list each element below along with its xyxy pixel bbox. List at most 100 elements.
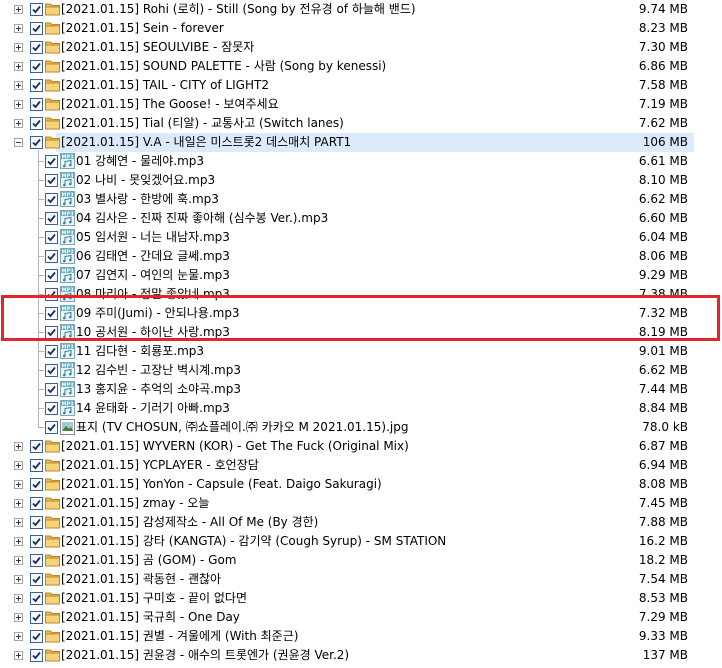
folder-row[interactable]: [2021.01.15] TAIL - CITY of LIGHT2 7.58 M… <box>0 76 722 95</box>
expand-toggle-icon[interactable] <box>14 62 23 71</box>
file-row[interactable]: MP3 06 김태연 - 간데요 글쎄.mp3 8.06 MB <box>0 247 722 266</box>
row-checkbox[interactable] <box>30 136 43 149</box>
row-checkbox[interactable] <box>45 155 58 168</box>
item-name: 12 김수빈 - 고장난 벽시계.mp3 <box>76 363 241 377</box>
row-checkbox[interactable] <box>30 440 43 453</box>
expand-toggle-icon[interactable] <box>14 100 23 109</box>
row-checkbox[interactable] <box>30 497 43 510</box>
folder-row[interactable]: [2021.01.15] 국규희 - One Day 7.29 MB <box>0 608 722 627</box>
row-checkbox[interactable] <box>45 212 58 225</box>
expand-toggle-icon[interactable] <box>14 632 23 641</box>
mp3-file-icon: MP3 <box>60 267 75 283</box>
file-row[interactable]: MP3 05 임서원 - 너는 내남자.mp3 6.04 MB <box>0 228 722 247</box>
row-checkbox[interactable] <box>45 402 58 415</box>
row-checkbox[interactable] <box>30 79 43 92</box>
file-row[interactable]: MP3 04 김사은 - 진짜 진짜 좋아해 (심수봉 Ver.).mp3 6.60… <box>0 209 722 228</box>
expand-toggle-icon[interactable] <box>14 575 23 584</box>
folder-row[interactable]: [2021.01.15] 권윤경 - 애수의 트롯엔가 (권윤경 Ver.2) 1… <box>0 646 722 665</box>
expand-toggle-icon[interactable] <box>14 81 23 90</box>
folder-row[interactable]: [2021.01.15] V.A - 내일은 미스트롯2 데스매치 PART1 1… <box>0 133 722 152</box>
row-checkbox[interactable] <box>45 174 58 187</box>
expand-toggle-icon[interactable] <box>14 24 23 33</box>
folder-row[interactable]: [2021.01.15] 강타 (KANGTA) - 감기약 (Cough Sy… <box>0 532 722 551</box>
item-name: [2021.01.15] YCPLAYER - 호언장담 <box>61 458 259 472</box>
row-checkbox[interactable] <box>30 3 43 16</box>
row-checkbox[interactable] <box>45 421 58 434</box>
expand-toggle-icon[interactable] <box>14 613 23 622</box>
row-checkbox[interactable] <box>30 98 43 111</box>
row-checkbox[interactable] <box>30 41 43 54</box>
row-checkbox[interactable] <box>45 193 58 206</box>
folder-row[interactable]: [2021.01.15] 권별 - 겨울에게 (With 최준근) 9.33 MB <box>0 627 722 646</box>
folder-icon <box>45 78 60 92</box>
item-size: 8.06 MB <box>638 249 688 263</box>
file-row[interactable]: MP3 01 강혜연 - 물레야.mp3 6.61 MB <box>0 152 722 171</box>
row-checkbox[interactable] <box>30 611 43 624</box>
tree-connector-line <box>38 150 39 428</box>
folder-row[interactable]: [2021.01.15] zmay - 오늘 7.45 MB <box>0 494 722 513</box>
svg-text:MP3: MP3 <box>62 401 75 407</box>
folder-row[interactable]: [2021.01.15] 구미호 - 끝이 없다면 8.53 MB <box>0 589 722 608</box>
row-checkbox[interactable] <box>45 269 58 282</box>
collapse-toggle-icon[interactable] <box>14 138 23 147</box>
row-checkbox[interactable] <box>30 649 43 662</box>
folder-icon <box>45 477 60 491</box>
item-name: 03 별사랑 - 한방에 훅.mp3 <box>76 192 219 206</box>
expand-toggle-icon[interactable] <box>14 119 23 128</box>
expand-toggle-icon[interactable] <box>14 461 23 470</box>
expand-toggle-icon[interactable] <box>14 43 23 52</box>
row-checkbox[interactable] <box>30 630 43 643</box>
row-checkbox[interactable] <box>30 573 43 586</box>
folder-row[interactable]: [2021.01.15] 곽동현 - 괜찮아 7.54 MB <box>0 570 722 589</box>
expand-toggle-icon[interactable] <box>14 556 23 565</box>
row-checkbox[interactable] <box>30 535 43 548</box>
folder-row[interactable]: [2021.01.15] Rohi (로히) - Still (Song by … <box>0 0 722 19</box>
file-row[interactable]: 표지 (TV CHOSUN, ㈜쇼플레이.㈜ 카카오 M 2021.01.15)… <box>0 418 722 437</box>
item-name: [2021.01.15] TAIL - CITY of LIGHT2 <box>61 78 269 92</box>
expand-toggle-icon[interactable] <box>14 480 23 489</box>
row-checkbox[interactable] <box>45 250 58 263</box>
item-name: [2021.01.15] 감성제작소 - All Of Me (By 경한) <box>61 515 319 529</box>
folder-row[interactable]: [2021.01.15] Tial (티알) - 교통사고 (Switch la… <box>0 114 722 133</box>
file-row[interactable]: MP3 02 나비 - 못잊겠어요.mp3 8.10 MB <box>0 171 722 190</box>
file-row[interactable]: MP3 13 홍지윤 - 추억의 소야곡.mp3 7.44 MB <box>0 380 722 399</box>
folder-row[interactable]: [2021.01.15] WYVERN (KOR) - Get The Fuck… <box>0 437 722 456</box>
expand-toggle-icon[interactable] <box>14 594 23 603</box>
row-checkbox[interactable] <box>30 592 43 605</box>
row-checkbox[interactable] <box>30 22 43 35</box>
row-checkbox[interactable] <box>30 478 43 491</box>
folder-row[interactable]: [2021.01.15] SEOULVIBE - 잠못자 7.30 MB <box>0 38 722 57</box>
file-row[interactable]: MP3 11 김다현 - 회룡포.mp3 9.01 MB <box>0 342 722 361</box>
folder-row[interactable]: [2021.01.15] The Goose! - 보여주세요 7.19 MB <box>0 95 722 114</box>
row-checkbox[interactable] <box>45 345 58 358</box>
file-row[interactable]: MP3 14 윤태화 - 기러기 아빠.mp3 8.84 MB <box>0 399 722 418</box>
tree-connector-line <box>38 180 44 181</box>
folder-icon <box>45 2 60 16</box>
row-checkbox[interactable] <box>30 516 43 529</box>
expand-toggle-icon[interactable] <box>14 499 23 508</box>
row-checkbox[interactable] <box>45 231 58 244</box>
expand-toggle-icon[interactable] <box>14 537 23 546</box>
item-name: [2021.01.15] The Goose! - 보여주세요 <box>61 97 279 111</box>
folder-row[interactable]: [2021.01.15] 곰 (GOM) - Gom 18.2 MB <box>0 551 722 570</box>
file-row[interactable]: MP3 12 김수빈 - 고장난 벽시계.mp3 6.62 MB <box>0 361 722 380</box>
expand-toggle-icon[interactable] <box>14 651 23 660</box>
folder-row[interactable]: [2021.01.15] YonYon - Capsule (Feat. Dai… <box>0 475 722 494</box>
row-checkbox[interactable] <box>30 554 43 567</box>
folder-row[interactable]: [2021.01.15] YCPLAYER - 호언장담 6.94 MB <box>0 456 722 475</box>
folder-row[interactable]: [2021.01.15] Sein - forever 8.23 MB <box>0 19 722 38</box>
row-checkbox[interactable] <box>30 459 43 472</box>
folder-row[interactable]: [2021.01.15] SOUND PALETTE - 사람 (Song by… <box>0 57 722 76</box>
row-checkbox[interactable] <box>45 383 58 396</box>
file-row[interactable]: MP3 07 김연지 - 여인의 눈물.mp3 9.29 MB <box>0 266 722 285</box>
folder-row[interactable]: [2021.01.15] 감성제작소 - All Of Me (By 경한) 7.… <box>0 513 722 532</box>
expand-toggle-icon[interactable] <box>14 442 23 451</box>
row-checkbox[interactable] <box>30 117 43 130</box>
file-row[interactable]: MP3 03 별사랑 - 한방에 훅.mp3 6.62 MB <box>0 190 722 209</box>
expand-toggle-icon[interactable] <box>14 518 23 527</box>
item-name: [2021.01.15] V.A - 내일은 미스트롯2 데스매치 PART1 <box>61 135 352 149</box>
row-checkbox[interactable] <box>45 364 58 377</box>
item-size: 7.54 MB <box>638 572 688 586</box>
expand-toggle-icon[interactable] <box>14 5 23 14</box>
row-checkbox[interactable] <box>30 60 43 73</box>
